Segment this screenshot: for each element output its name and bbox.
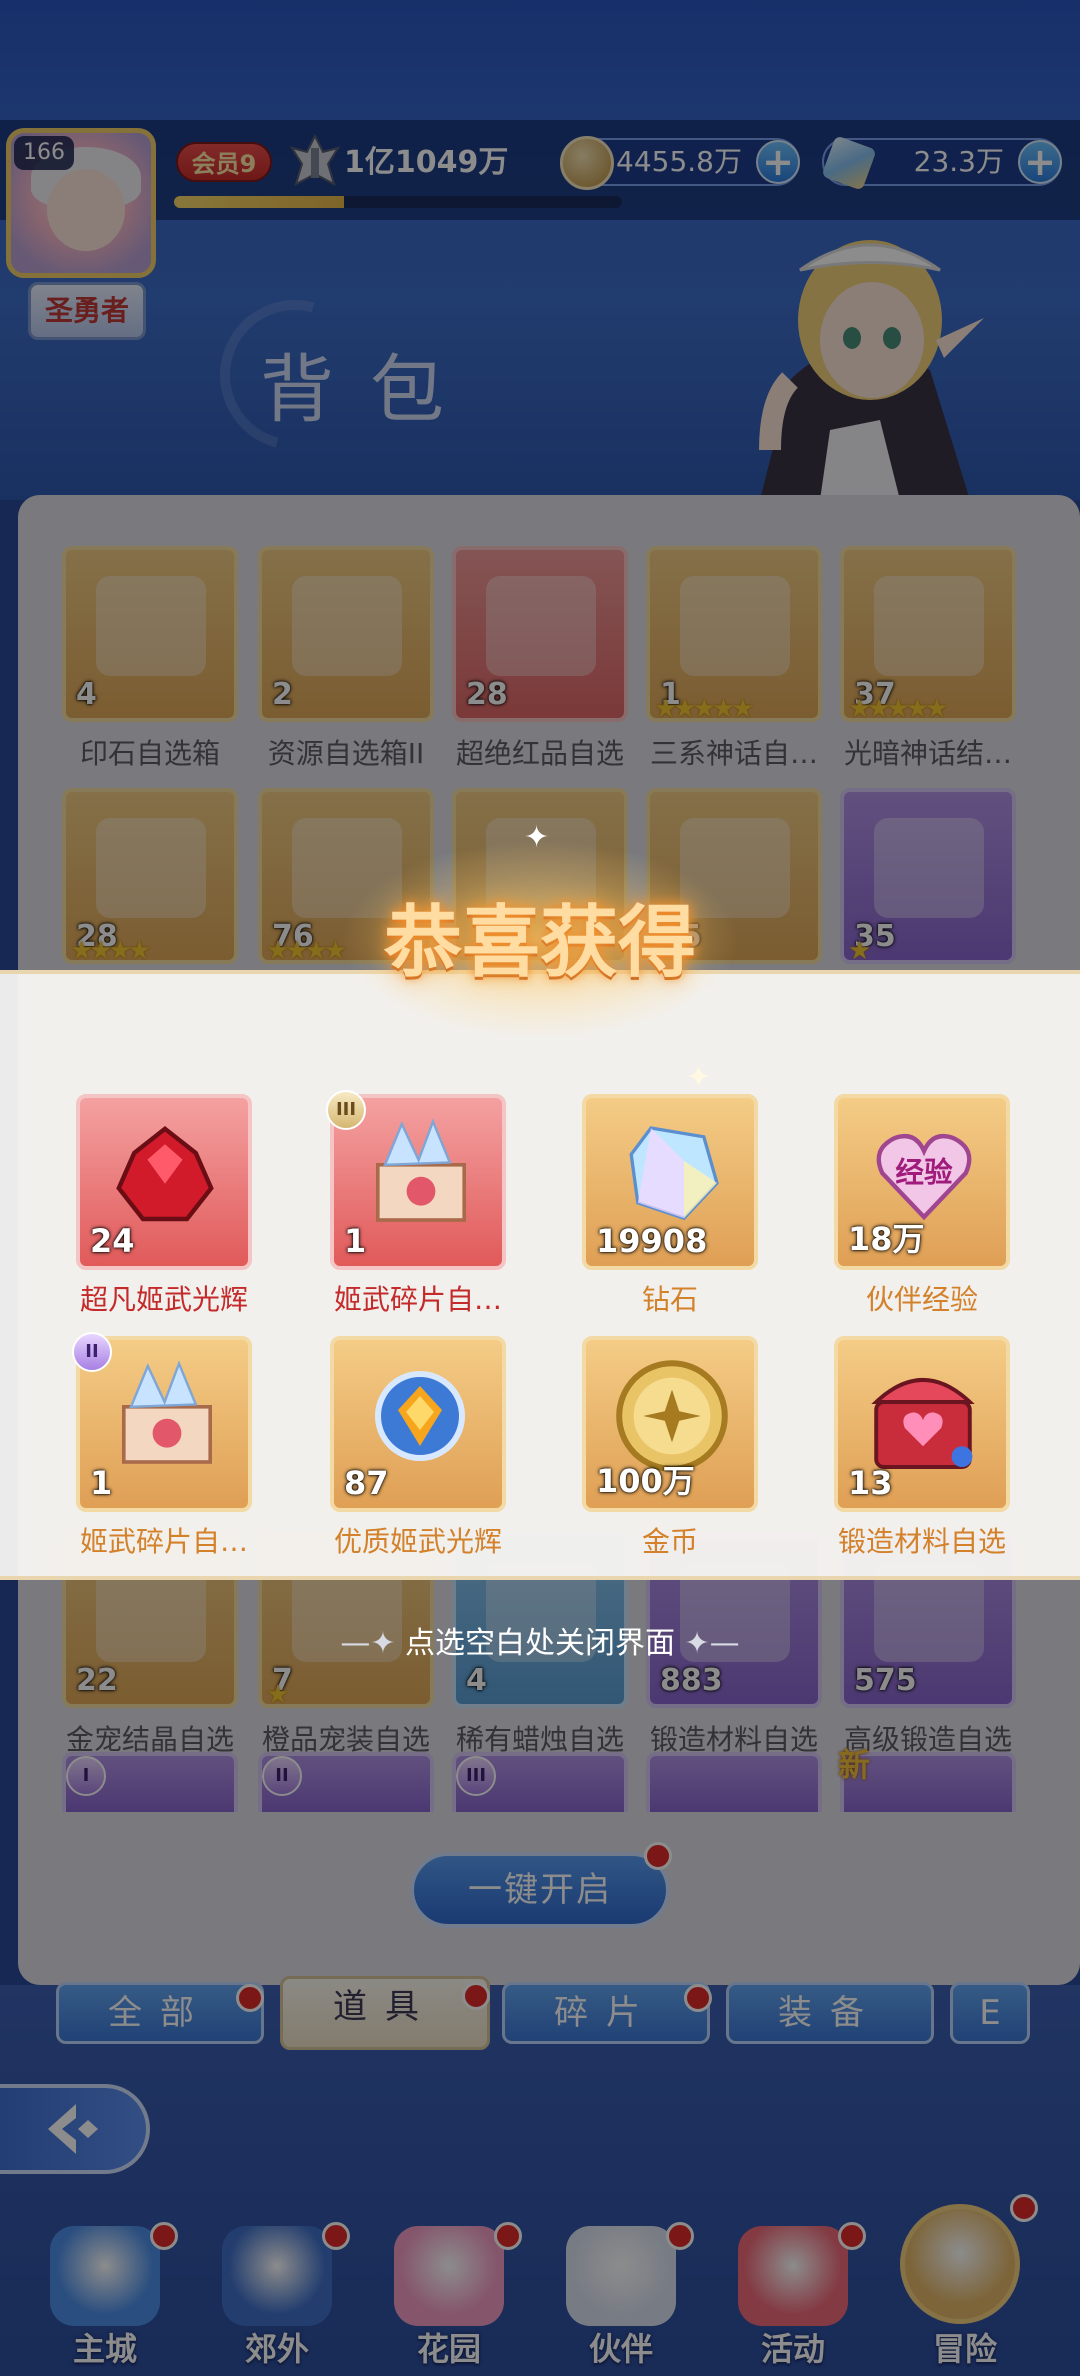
reward-label: 金币 [641,1525,698,1558]
reward-slot[interactable]: 13 [834,1336,1010,1512]
reward-label: 超凡姬武光辉 [79,1283,248,1316]
reward-slot[interactable]: 19908 [582,1094,758,1270]
reward-label: 姬武碎片自… [333,1283,502,1316]
reward-slot[interactable]: III 1 [326,1090,506,1270]
fragment-box-icon [376,1118,466,1222]
tier-badge: III [326,1090,366,1130]
reward-count: 19908 [596,1222,708,1260]
close-hint-text: 点选空白处关闭界面 [405,1626,675,1661]
reward-count: 18万 [848,1220,925,1258]
reward-label: 姬武碎片自… [79,1525,248,1558]
reward-count: 1 [90,1464,113,1502]
reward-slot[interactable]: 87 [330,1336,506,1512]
red-gem-icon [116,1126,214,1222]
sparkle-left-icon: —✦ [340,1626,405,1661]
reward-label: 钻石 [641,1283,698,1316]
fragment-box-icon [122,1360,212,1464]
forge-chest-icon [871,1378,975,1469]
reward-title: 恭喜获得 [383,897,696,988]
reward-count: 1 [344,1222,367,1260]
reward-slot[interactable]: 100万 [582,1336,758,1512]
reward-label: 伙伴经验 [865,1283,978,1316]
sparkle-right-icon: ✦— [675,1626,740,1661]
reward-label: 优质姬武光辉 [333,1525,502,1558]
sparkle-icon: ✦ [524,820,550,855]
reward-slot[interactable]: 经验 18万 [834,1094,1010,1270]
svg-text:经验: 经验 [895,1155,953,1189]
close-hint: —✦ 点选空白处关闭界面 ✦— [0,1618,1080,1662]
reward-count: 100万 [596,1462,695,1500]
exp-heart-icon: 经验 [876,1133,972,1221]
reward-slot[interactable]: II 1 [72,1332,252,1512]
diamond-icon [629,1126,719,1221]
reward-count: 87 [344,1464,389,1502]
orange-gem-icon [375,1371,465,1461]
reward-count: 24 [90,1222,135,1260]
tier-badge: II [72,1332,112,1372]
reward-count: 13 [848,1464,893,1502]
reward-label: 锻造材料自选 [837,1525,1006,1558]
reward-slot[interactable]: 24 [76,1094,252,1270]
sparkle-icon: ✦ [686,1060,712,1095]
